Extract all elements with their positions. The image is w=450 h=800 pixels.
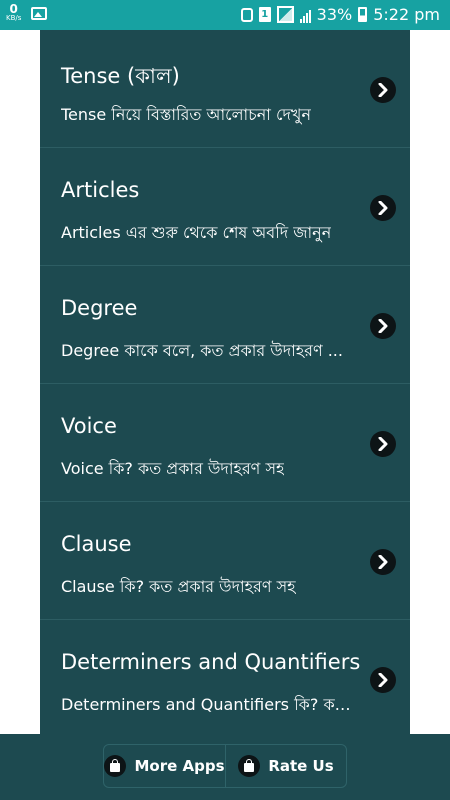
list-item-tense[interactable]: Tense (কাল) Tense নিয়ে বিস্তারিত আলোচনা… xyxy=(40,30,410,148)
shopping-bag-icon xyxy=(104,755,127,777)
more-apps-label: More Apps xyxy=(134,757,225,775)
item-title: Determiners and Quantifiers xyxy=(61,650,361,674)
rate-us-button[interactable]: Rate Us xyxy=(225,745,346,787)
chevron-right-icon[interactable] xyxy=(370,431,396,457)
chevron-right-icon[interactable] xyxy=(370,549,396,575)
alarm-icon xyxy=(240,7,253,22)
more-apps-button[interactable]: More Apps xyxy=(104,745,225,787)
shopping-bag-icon xyxy=(238,755,261,777)
topic-list: Tense (কাল) Tense নিয়ে বিস্তারিত আলোচনা… xyxy=(40,30,410,734)
list-item-clause[interactable]: Clause Clause কি? কত প্রকার উদাহরণ সহ xyxy=(40,502,410,620)
chevron-right-icon[interactable] xyxy=(370,195,396,221)
item-subtitle: Articles এর শুরু থেকে শেষ অবদি জানুন xyxy=(61,223,332,242)
item-title: Degree xyxy=(61,296,138,320)
list-item-articles[interactable]: Articles Articles এর শুরু থেকে শেষ অবদি … xyxy=(40,148,410,266)
chevron-right-icon[interactable] xyxy=(370,77,396,103)
sim-icon: 1 xyxy=(258,7,271,22)
item-title: Articles xyxy=(61,178,140,202)
battery-icon xyxy=(358,7,368,22)
item-title: Tense (কাল) xyxy=(61,64,180,88)
status-right: 1 33% 5:22 pm xyxy=(240,5,440,24)
item-subtitle: Degree কাকে বলে, কত প্রকার উদাহরণ ... xyxy=(61,341,343,360)
network-speed-unit: KB/s xyxy=(6,14,22,22)
list-item-determiners[interactable]: Determiners and Quantifiers Determiners … xyxy=(40,620,410,734)
rate-us-label: Rate Us xyxy=(268,757,334,775)
status-left: 0 KB/s xyxy=(6,3,48,22)
item-subtitle: Tense নিয়ে বিস্তারিত আলোচনা দেখুন xyxy=(61,105,311,124)
bottom-button-group: More Apps Rate Us xyxy=(103,744,347,788)
battery-percent: 33% xyxy=(316,5,353,24)
network-speed: 0 KB/s xyxy=(6,3,21,22)
item-subtitle: Determiners and Quantifiers কি? কত ... xyxy=(61,695,361,714)
list-item-voice[interactable]: Voice Voice কি? কত প্রকার উদাহরণ সহ xyxy=(40,384,410,502)
bottom-bar: More Apps Rate Us xyxy=(0,734,450,800)
no-signal-icon xyxy=(276,6,294,23)
item-subtitle: Clause কি? কত প্রকার উদাহরণ সহ xyxy=(61,577,296,596)
status-bar: 0 KB/s 1 33% 5:22 pm xyxy=(0,0,450,30)
item-subtitle: Voice কি? কত প্রকার উদাহরণ সহ xyxy=(61,459,285,478)
item-title: Clause xyxy=(61,532,132,556)
chevron-right-icon[interactable] xyxy=(370,313,396,339)
signal-bars-icon xyxy=(299,7,311,23)
chevron-right-icon[interactable] xyxy=(370,667,396,693)
image-notification-icon xyxy=(31,7,48,20)
clock: 5:22 pm xyxy=(373,5,440,24)
item-title: Voice xyxy=(61,414,117,438)
list-item-degree[interactable]: Degree Degree কাকে বলে, কত প্রকার উদাহরণ… xyxy=(40,266,410,384)
